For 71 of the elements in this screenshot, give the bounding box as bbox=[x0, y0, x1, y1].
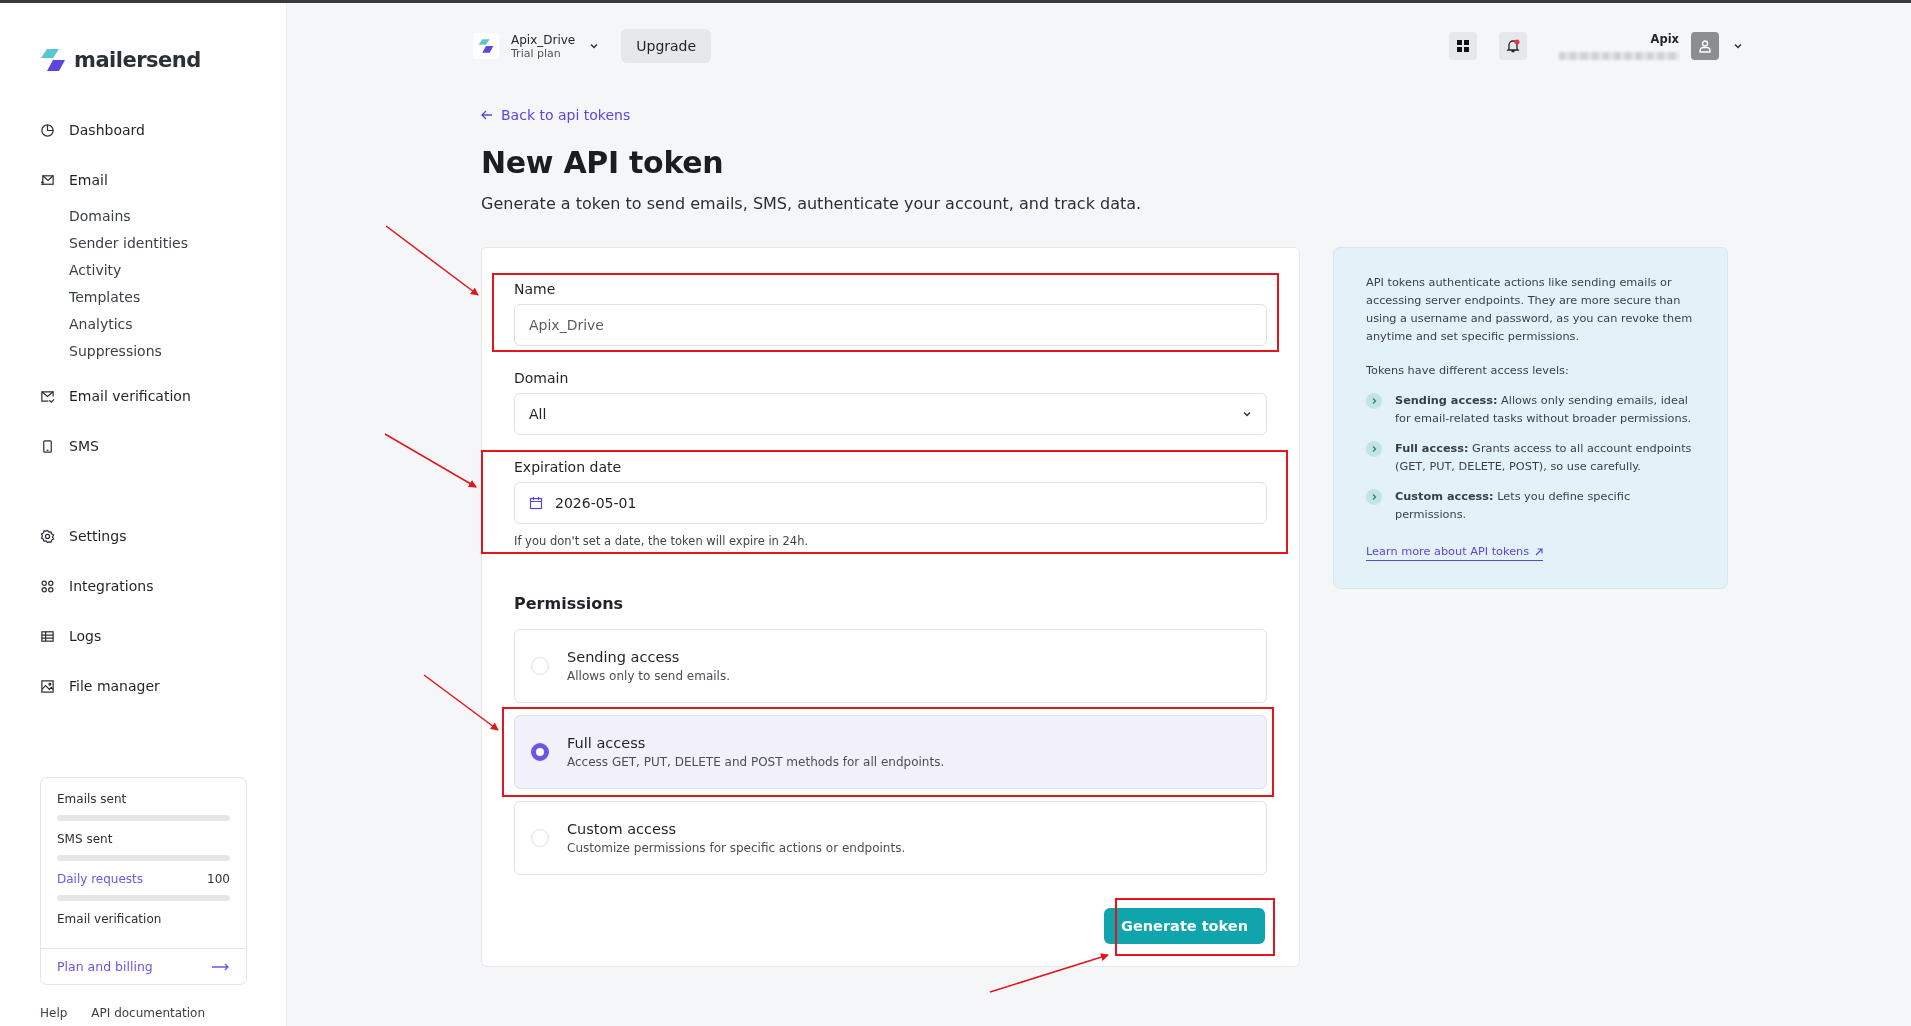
envelope-icon bbox=[40, 172, 55, 188]
access-level-text: Full access: Grants access to all account endpoints (GET, PUT, DELETE, POST), so use carefully. bbox=[1395, 441, 1693, 475]
date-field[interactable]: 2026-05-01 bbox=[514, 482, 1267, 524]
learn-more-link[interactable]: Learn more about API tokens bbox=[1366, 544, 1544, 561]
usage-label: Email verification bbox=[57, 912, 162, 926]
nav-subitem[interactable]: Analytics bbox=[69, 311, 286, 338]
billing-link[interactable]: Plan and billing bbox=[57, 959, 153, 974]
arrow-icon bbox=[212, 962, 230, 971]
caret-icon[interactable] bbox=[1733, 41, 1743, 51]
image-icon bbox=[40, 678, 55, 694]
back-link[interactable]: Back to api tokens bbox=[501, 107, 631, 123]
nav-subitem[interactable]: Suppressions bbox=[69, 338, 286, 365]
pie-chart-icon bbox=[40, 122, 55, 138]
notification-bell-icon[interactable] bbox=[1499, 32, 1527, 60]
nav-item[interactable]: Dashboard bbox=[40, 119, 286, 141]
external-link-icon bbox=[1535, 548, 1544, 556]
chevron-icon bbox=[1366, 393, 1382, 409]
field-label: Expiration date bbox=[514, 459, 623, 475]
apps-grid-icon[interactable] bbox=[1449, 32, 1477, 60]
brand-name: mailersend bbox=[74, 48, 201, 72]
command-icon bbox=[40, 578, 55, 594]
nav-subitem[interactable]: Domains bbox=[69, 203, 286, 230]
upgrade-button[interactable]: Upgrade bbox=[621, 29, 712, 63]
back-arrow-icon bbox=[481, 110, 493, 120]
field-label: Name bbox=[514, 281, 557, 297]
permission-option[interactable]: Custom access Customize permissions for specific actions or endpoints. bbox=[514, 801, 1267, 875]
access-level-text: Custom access: Lets you define specific permissions. bbox=[1395, 489, 1632, 523]
page-subtitle: Generate a token to send emails, SMS, authenticate your account, and track data. bbox=[481, 194, 1143, 213]
nav-item[interactable]: File manager bbox=[40, 675, 286, 697]
envelope-check-icon bbox=[40, 388, 55, 404]
nav-item[interactable]: Email verification bbox=[40, 385, 286, 407]
permission-option[interactable]: Sending access Allows only to send emails. bbox=[514, 629, 1267, 703]
footer-link[interactable]: Help bbox=[40, 1006, 68, 1020]
nav-item[interactable]: Email bbox=[40, 169, 286, 191]
logo-icon bbox=[40, 47, 66, 73]
phone-icon bbox=[40, 438, 55, 454]
chevron-icon bbox=[1366, 489, 1382, 505]
calendar-icon bbox=[529, 496, 543, 510]
name-field[interactable]: Apix_Drive bbox=[514, 304, 1267, 346]
usage-label: Daily requests bbox=[57, 872, 144, 886]
user-name: Apix bbox=[1650, 32, 1679, 46]
plan-label: Trial plan bbox=[511, 46, 561, 60]
caret-icon bbox=[1242, 409, 1252, 419]
nav-subitem[interactable]: Templates bbox=[69, 284, 286, 311]
nav-item[interactable]: Logs bbox=[40, 625, 286, 647]
page-title: New API token bbox=[481, 145, 725, 180]
nav-item[interactable]: SMS bbox=[40, 435, 286, 457]
section-title: Permissions bbox=[514, 594, 625, 613]
field-hint: If you don't set a date, the token will expire in 24h. bbox=[514, 534, 810, 548]
footer-link[interactable]: API documentation bbox=[91, 1006, 206, 1020]
org-name: Apix_Drive bbox=[511, 32, 576, 47]
domain-dropdown[interactable]: All bbox=[514, 393, 1267, 435]
nav-subitem[interactable]: Activity bbox=[69, 257, 286, 284]
field-label: Domain bbox=[514, 370, 570, 386]
info-text: Tokens have different access levels: bbox=[1366, 363, 1570, 379]
access-level-text: Sending access: Allows only sending emails, ideal for email-related tasks without broader permissions. bbox=[1395, 393, 1693, 427]
nav-subitem[interactable]: Sender identities bbox=[69, 230, 286, 257]
nav-item[interactable]: Integrations bbox=[40, 575, 286, 597]
info-text: API tokens authenticate actions like sending emails or accessing server endpoints. They are more secure than using a username and password, as you can revoke them anytime and set specific permissions. bbox=[1366, 275, 1694, 345]
caret-icon[interactable] bbox=[589, 41, 600, 51]
usage-label: Emails sent bbox=[57, 792, 127, 806]
table-icon bbox=[40, 628, 55, 644]
usage-count: 100 bbox=[207, 872, 230, 886]
org-logo-icon bbox=[473, 33, 499, 59]
nav-item[interactable]: Settings bbox=[40, 525, 286, 547]
settings-icon bbox=[40, 528, 55, 544]
chevron-icon bbox=[1366, 441, 1382, 457]
avatar-icon[interactable] bbox=[1691, 32, 1719, 60]
radio-button[interactable] bbox=[531, 743, 549, 761]
usage-label: SMS sent bbox=[57, 832, 113, 846]
permission-option[interactable]: Full access Access GET, PUT, DELETE and POST methods for all endpoints. bbox=[514, 715, 1267, 789]
